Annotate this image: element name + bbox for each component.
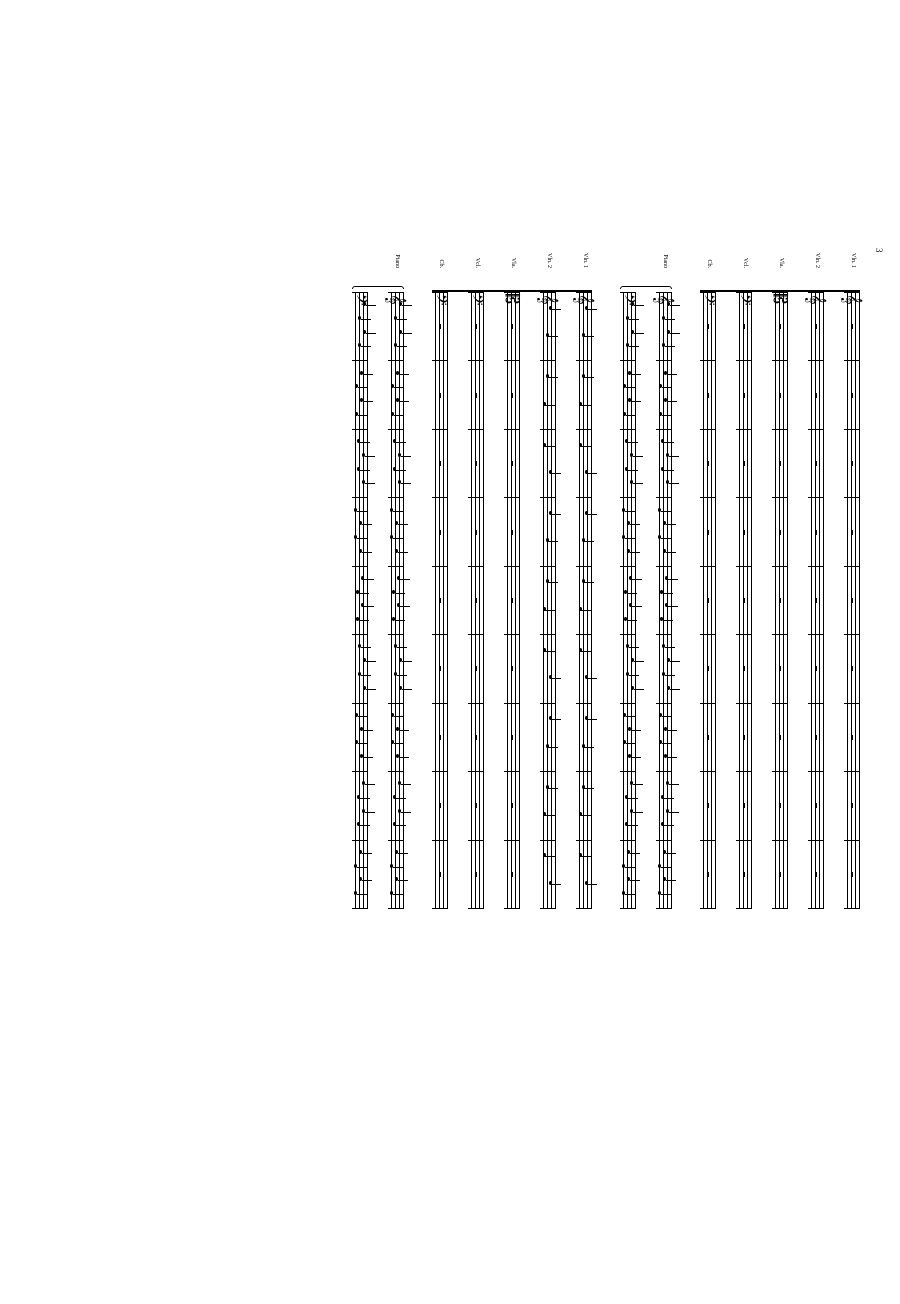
instrument-label: Vcl. — [474, 244, 480, 268]
instrument-label: Vln. 1 — [582, 244, 588, 268]
systems-container: Vln. 1𝄞Vln. 2𝄞Vla.𝄡Vcl.𝄢Cb.𝄢Piano𝄞𝄢Vln. … — [20, 270, 864, 908]
piano-system: Piano𝄞 𝄢 — [616, 270, 676, 908]
staff-cello: Vcl.𝄢 — [732, 270, 756, 908]
strings-system: Vln. 1𝄞 Vln. 2𝄞 Vla.𝄡 Vcl.𝄢 Cb.𝄢 — [696, 270, 864, 908]
instrument-label: Vln. 1 — [850, 244, 856, 268]
piano-system: Piano𝄞 𝄢 — [348, 270, 408, 908]
instrument-label: Piano — [662, 244, 668, 268]
staff-violin1: Vln. 1𝄞 — [572, 270, 596, 908]
score-page: 3 Vln. 1𝄞Vln. 2𝄞Vla.𝄡Vcl.𝄢Cb.𝄢Piano𝄞𝄢Vln… — [10, 242, 890, 918]
staff-viola: Vla.𝄡 — [768, 270, 792, 908]
staff-viola: Vla.𝄡 — [500, 270, 524, 908]
staff-contrabass: Cb.𝄢 — [696, 270, 720, 908]
instrument-label: Vla. — [778, 244, 784, 268]
strings-system: Vln. 1𝄞 Vln. 2𝄞 Vla.𝄡 Vcl.𝄢 Cb.𝄢 — [428, 270, 596, 908]
instrument-label: Vln. 2 — [546, 244, 552, 268]
staff-violin1: Vln. 1𝄞 — [840, 270, 864, 908]
staff-piano: Piano𝄞 — [384, 270, 408, 908]
instrument-label: Vla. — [510, 244, 516, 268]
page-number: 3 — [874, 248, 884, 253]
staff-piano: Piano𝄞 — [652, 270, 676, 908]
staff-piano-lower: 𝄢 — [348, 270, 372, 908]
instrument-label: Cb. — [706, 244, 712, 268]
staff-violin2: Vln. 2𝄞 — [804, 270, 828, 908]
instrument-label: Cb. — [438, 244, 444, 268]
instrument-label: Vln. 2 — [814, 244, 820, 268]
instrument-label: Piano — [394, 244, 400, 268]
instrument-label: Vcl. — [742, 244, 748, 268]
staff-cello: Vcl.𝄢 — [464, 270, 488, 908]
staff-piano-lower: 𝄢 — [616, 270, 640, 908]
staff-contrabass: Cb.𝄢 — [428, 270, 452, 908]
staff-violin2: Vln. 2𝄞 — [536, 270, 560, 908]
